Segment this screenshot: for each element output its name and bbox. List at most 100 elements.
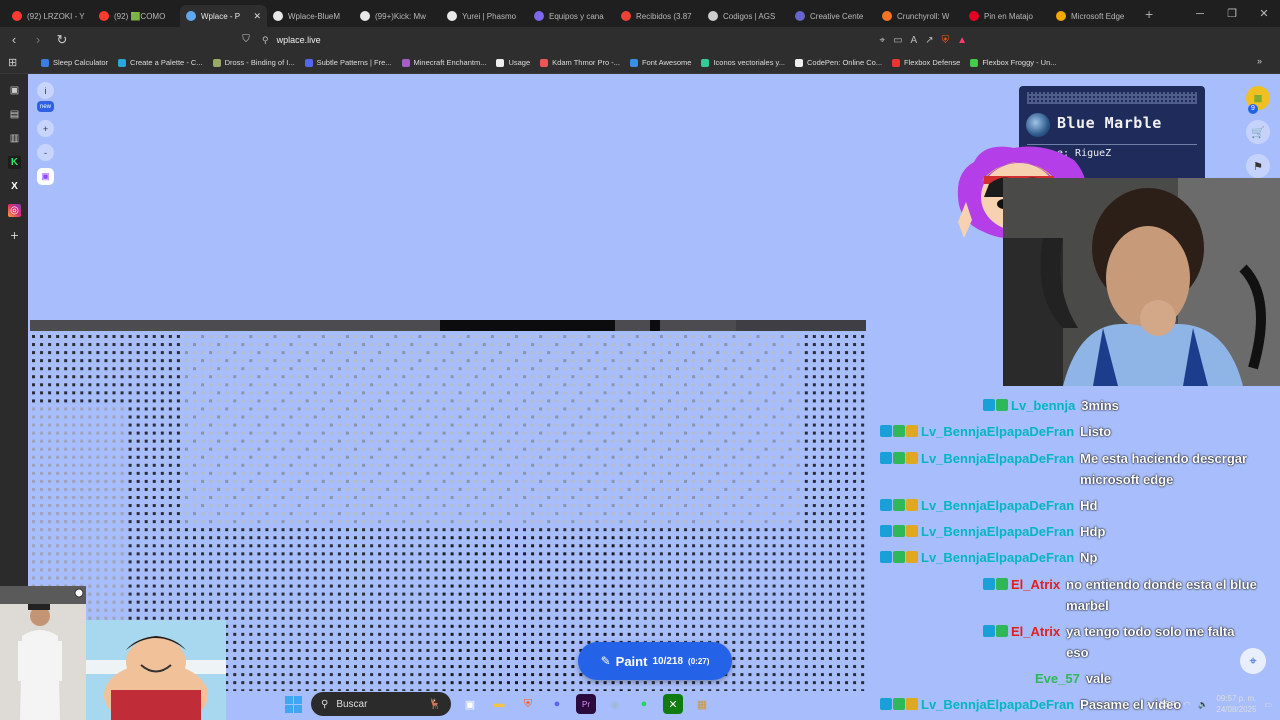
discord-icon[interactable]: ●	[547, 694, 567, 714]
pixel-dot	[812, 640, 816, 644]
pixel-dot	[64, 351, 68, 355]
locate-me-button[interactable]: ⌖	[1240, 648, 1266, 674]
premiere-icon[interactable]: Pr	[576, 694, 596, 714]
brave-shield-icon[interactable]: ⛨	[942, 35, 950, 46]
bookmark-item[interactable]: Subtle Patterns | Fre...	[300, 58, 397, 67]
pixel-dot	[474, 423, 478, 427]
pixel-dot	[490, 375, 494, 379]
twitch-icon[interactable]: ▣	[37, 168, 54, 185]
bookmark-item[interactable]: Dross - Binding of I...	[208, 58, 300, 67]
leaderboard-icon[interactable]: ⚑	[1246, 154, 1270, 178]
minecraft-icon[interactable]: ▦	[692, 694, 712, 714]
tabs-panel-icon[interactable]: ▣	[8, 84, 21, 97]
pixel-dot	[531, 665, 535, 669]
pixel-dot	[780, 504, 784, 508]
address-text[interactable]: wplace.live	[277, 35, 321, 45]
volume-icon[interactable]: 🔈	[1198, 700, 1208, 709]
pixel-dot	[209, 447, 213, 451]
rewards-icon[interactable]: ▲	[957, 35, 967, 46]
site-info-icon[interactable]: ⚲	[262, 35, 269, 46]
paint-button[interactable]: ✎ Paint 10/218 (0:27)	[578, 642, 732, 680]
translate-icon[interactable]: A	[911, 35, 918, 46]
new-tab-button[interactable]: +	[1145, 6, 1153, 22]
chevron-up-icon[interactable]: ˄	[1147, 700, 1152, 709]
browser-tab[interactable]: (92) 🟩COMO	[93, 5, 180, 27]
close-window-button[interactable]: ✕	[1248, 0, 1280, 27]
pixel-dot	[539, 520, 543, 524]
back-button[interactable]: ‹	[4, 30, 24, 50]
bookmarks-panel-icon[interactable]: ▥	[8, 132, 21, 145]
pixel-dot	[458, 665, 462, 669]
pixel-dot	[531, 463, 535, 467]
share-icon[interactable]: ↗	[925, 35, 933, 46]
clock[interactable]: 09:57 p. m. 24/08/2025	[1216, 693, 1256, 715]
bookmark-item[interactable]: Minecraft Enchantm...	[397, 58, 492, 67]
restore-button[interactable]: ❐	[1216, 0, 1248, 27]
taskbar-search[interactable]: ⚲ Buscar 🦌	[311, 692, 451, 716]
location-icon[interactable]: ⌖	[879, 35, 885, 46]
steam-icon[interactable]: ◉	[605, 694, 625, 714]
browser-tab[interactable]: Crunchyroll: W	[876, 5, 963, 27]
pixel-dot	[498, 496, 502, 499]
bookmark-item[interactable]: CodePen: Online Co...	[790, 58, 887, 67]
lang-indicator[interactable]: ESP	[1159, 700, 1175, 709]
bookmark-item[interactable]: Usage	[491, 58, 535, 67]
tab-favicon-icon	[447, 11, 457, 21]
pixel-dot	[812, 407, 816, 411]
file-explorer-icon[interactable]: ▬	[489, 694, 509, 714]
browser-tab[interactable]: Codigos | AGS	[702, 5, 789, 27]
close-tab-icon[interactable]: ✕	[253, 11, 261, 22]
pixel-dot	[176, 399, 180, 403]
pixel-dot	[659, 600, 663, 604]
browser-tab[interactable]: Wplace - P ✕	[180, 5, 267, 27]
bookmark-item[interactable]: Kdam Thmor Pro -...	[535, 58, 625, 67]
notifications-icon[interactable]: ▭	[1264, 700, 1272, 709]
browser-tab[interactable]: Wplace-BlueM	[267, 5, 354, 27]
cast-icon[interactable]: ▭	[893, 35, 902, 46]
bookmark-item[interactable]: Flexbox Froggy - Un...	[965, 58, 1061, 67]
browser-tab[interactable]: (92) LRZOKI - Y	[6, 5, 93, 27]
bookmark-icon[interactable]: ⛉	[236, 29, 256, 49]
bookmark-item[interactable]: Iconos vectoriales y...	[696, 58, 790, 67]
pixel-dot	[748, 471, 752, 475]
browser-tab[interactable]: Pin en Matajo	[963, 5, 1050, 27]
bookmark-item[interactable]: Flexbox Defense	[887, 58, 965, 67]
pixel-dot	[756, 520, 760, 524]
start-button[interactable]	[285, 695, 302, 713]
kick-icon[interactable]: K	[8, 156, 21, 169]
spotify-icon[interactable]: ●	[634, 694, 654, 714]
browser-tab[interactable]: Creative Cente	[789, 5, 876, 27]
zoom-in-button[interactable]: +	[37, 120, 54, 137]
chat-badge-icon	[996, 578, 1008, 590]
instagram-icon[interactable]: ◎	[8, 204, 21, 217]
bookmark-item[interactable]: Create a Palette - C...	[113, 58, 208, 67]
bookmark-item[interactable]: Sleep Calculator	[36, 58, 113, 67]
xbox-icon[interactable]: ✕	[663, 694, 683, 714]
x-icon[interactable]: X	[8, 180, 21, 193]
reload-button[interactable]: ↻	[52, 30, 72, 50]
zoom-out-button[interactable]: -	[37, 144, 54, 161]
brave-icon[interactable]: ⛨	[518, 694, 538, 714]
apps-icon[interactable]: ⊞	[8, 56, 17, 69]
address-bar[interactable]: ⚲ wplace.live ⌖ ▭ A ↗ ⛨ ▲	[254, 30, 979, 50]
browser-tab[interactable]: Recibidos (3.87	[615, 5, 702, 27]
minimize-button[interactable]: ─	[1184, 0, 1216, 27]
more-bookmarks-icon[interactable]: »	[1257, 56, 1262, 66]
store-icon[interactable]: 🛒	[1246, 120, 1270, 144]
reading-list-icon[interactable]: ▤	[8, 108, 21, 121]
pixel-dot	[337, 616, 341, 620]
bookmark-item[interactable]: Font Awesome	[625, 58, 696, 67]
wifi-icon[interactable]: ◠	[1183, 700, 1190, 709]
browser-tab[interactable]: Yurei | Phasmo	[441, 5, 528, 27]
add-panel-icon[interactable]: +	[8, 227, 21, 243]
pixel-dot	[523, 560, 527, 564]
browser-tab[interactable]: Microsoft Edge	[1050, 5, 1137, 27]
task-view-icon[interactable]: ▣	[460, 694, 480, 714]
forward-button[interactable]: ›	[28, 30, 48, 50]
pixel-dot	[104, 496, 108, 499]
info-button[interactable]: i	[37, 82, 54, 99]
pixel-dot	[474, 471, 478, 475]
drag-handle[interactable]	[1027, 92, 1197, 104]
browser-tab[interactable]: Equipos y cana	[528, 5, 615, 27]
browser-tab[interactable]: (99+)Kick: Mw	[354, 5, 441, 27]
